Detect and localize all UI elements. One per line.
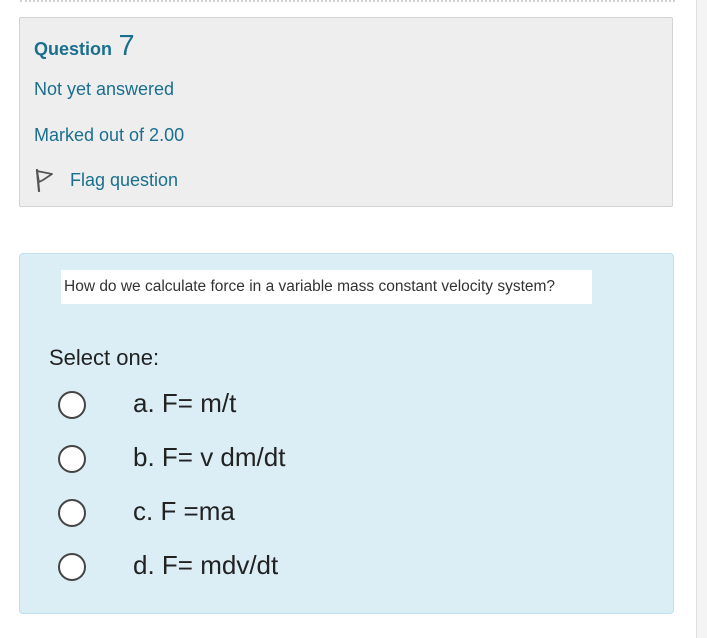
question-number: 7 [118, 30, 135, 62]
radio-button-a[interactable] [58, 391, 86, 419]
radio-button-c[interactable] [58, 499, 86, 527]
page-right-scroll-edge [696, 0, 707, 638]
question-info-panel: Question 7 Not yet answered Marked out o… [19, 17, 673, 207]
answer-label-d: d. F= mdv/dt [133, 550, 279, 580]
radio-button-d[interactable] [58, 553, 86, 581]
question-grade: Marked out of 2.00 [34, 125, 185, 145]
flag-icon [34, 168, 56, 193]
question-content-panel: How do we calculate force in a variable … [19, 253, 674, 614]
answer-option-c[interactable]: c. F =ma [58, 495, 618, 549]
question-number-heading: Question 7 [34, 30, 135, 63]
top-dotted-divider [20, 0, 675, 2]
answer-label-c: c. F =ma [133, 496, 235, 526]
answer-option-a[interactable]: a. F= m/t [58, 387, 618, 441]
radio-button-b[interactable] [58, 445, 86, 473]
answer-option-b[interactable]: b. F= v dm/dt [58, 441, 618, 495]
answer-label-a: a. F= m/t [133, 388, 237, 418]
answer-label-b: b. F= v dm/dt [133, 442, 286, 472]
select-one-prompt: Select one: [49, 345, 160, 370]
question-label: Question [34, 39, 113, 59]
question-state: Not yet answered [34, 79, 175, 99]
answer-option-d[interactable]: d. F= mdv/dt [58, 549, 618, 603]
flag-question-link[interactable]: Flag question [34, 168, 179, 193]
flag-question-label: Flag question [70, 169, 179, 190]
answer-list: a. F= m/t b. F= v dm/dt c. F =ma d. F= m… [58, 387, 618, 603]
question-text: How do we calculate force in a variable … [61, 270, 592, 304]
